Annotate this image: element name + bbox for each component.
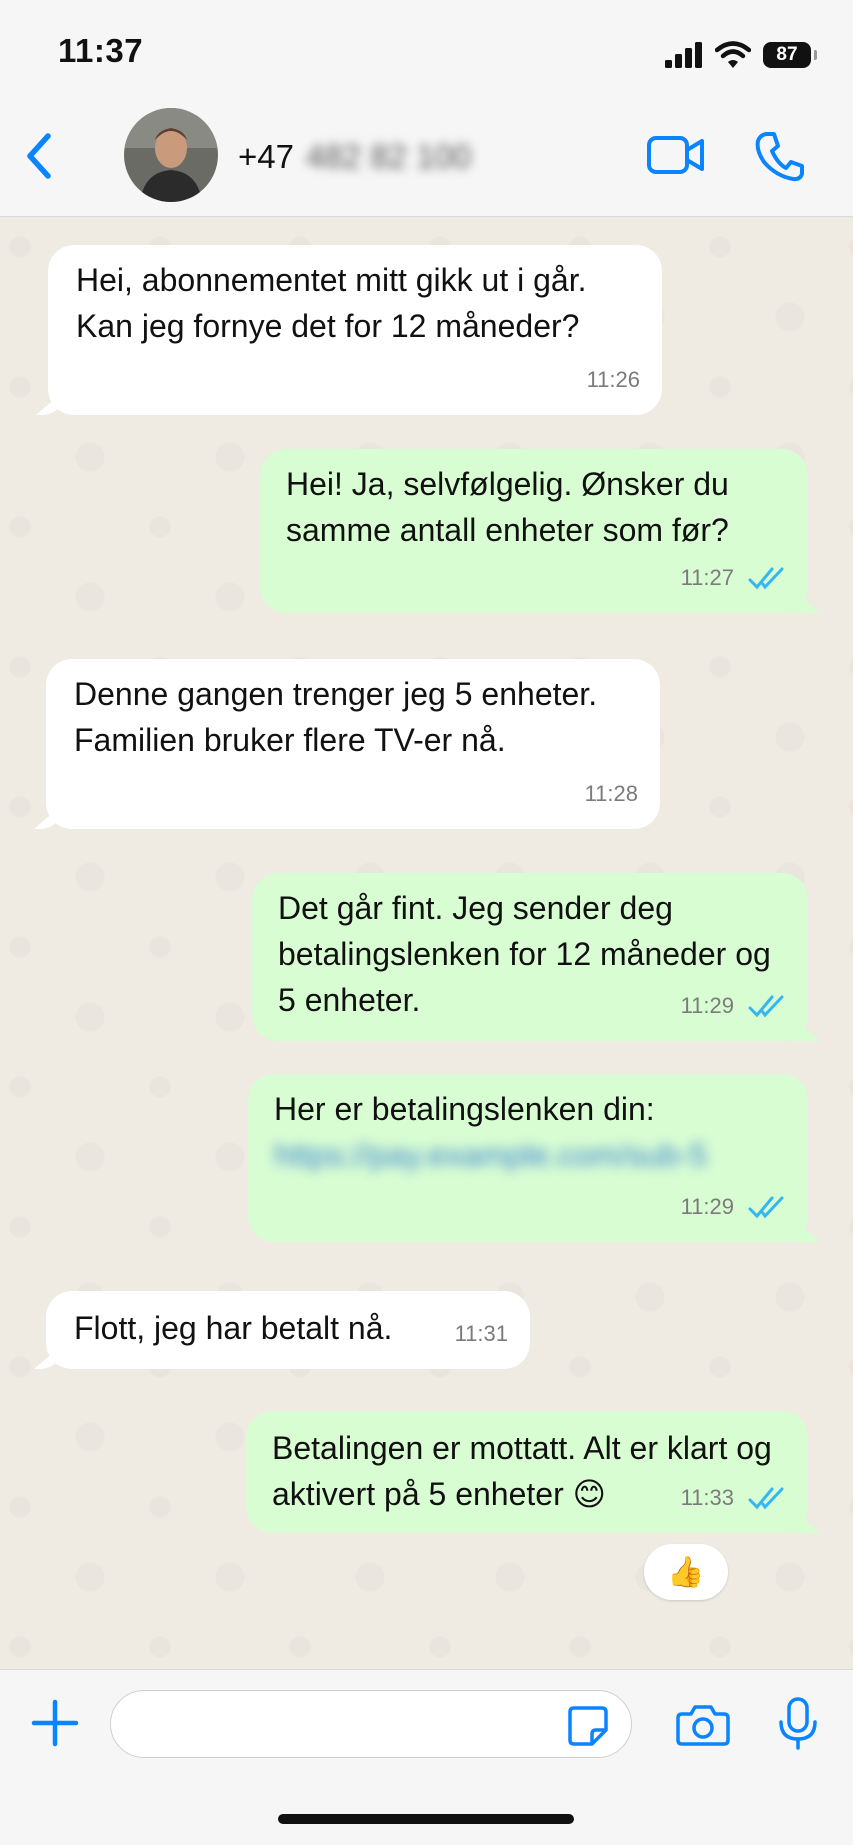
payment-link[interactable]: https://pay.example.com/sub-5 [274, 1132, 784, 1178]
message-meta: 11:28 [585, 771, 638, 817]
phone-call-icon[interactable] [752, 128, 808, 184]
home-indicator [278, 1814, 574, 1824]
message-meta: 11:26 [587, 357, 640, 403]
message-meta: 11:33 [681, 1475, 786, 1521]
message-time: 11:31 [454, 1321, 508, 1346]
sticker-icon[interactable] [566, 1704, 610, 1748]
message-incoming[interactable]: Denne gangen trenger jeg 5 enheter. Fami… [46, 659, 660, 829]
message-text: Denne gangen trenger jeg 5 enheter. Fami… [74, 676, 598, 758]
camera-icon[interactable] [676, 1702, 730, 1748]
message-time: 11:27 [680, 565, 734, 590]
battery-icon: 87 [763, 42, 817, 68]
message-input-bar [0, 1669, 853, 1845]
country-code: +47 [238, 138, 294, 175]
message-text: Her er betalingslenken din: [274, 1091, 655, 1127]
status-bar: 11:37 87 [0, 0, 853, 100]
read-receipt-icon [748, 995, 784, 1018]
hidden-phone-number: 482 82 100 [305, 138, 472, 175]
read-receipt-icon [748, 567, 784, 590]
reaction-thumbs-up[interactable]: 👍 [644, 1544, 728, 1600]
message-outgoing[interactable]: Her er betalingslenken din: https://pay.… [248, 1074, 808, 1242]
chat-header: +47 482 82 100 [0, 100, 853, 217]
message-time: 11:29 [680, 1194, 734, 1219]
chat-area[interactable]: Hei, abonnementet mitt gikk ut i går. Ka… [0, 217, 853, 1669]
microphone-icon[interactable] [776, 1696, 820, 1752]
video-call-icon[interactable] [646, 130, 706, 180]
status-time: 11:37 [58, 32, 144, 69]
message-outgoing[interactable]: Hei! Ja, selvfølgelig. Ønsker du samme a… [260, 449, 808, 613]
message-text: Flott, jeg har betalt nå. [74, 1310, 393, 1346]
message-input[interactable] [110, 1690, 632, 1758]
back-icon[interactable] [18, 128, 62, 184]
message-meta: 11:31 [455, 1311, 508, 1357]
message-meta: 11:29 [681, 1184, 786, 1230]
read-receipt-icon [748, 1196, 784, 1219]
battery-level: 87 [776, 44, 798, 65]
avatar[interactable] [124, 108, 218, 202]
message-time: 11:26 [586, 367, 640, 392]
plus-icon[interactable] [30, 1698, 80, 1748]
message-incoming[interactable]: Hei, abonnementet mitt gikk ut i går. Ka… [48, 245, 662, 415]
message-time: 11:33 [680, 1485, 734, 1510]
contact-name[interactable]: +47 482 82 100 [238, 138, 471, 176]
reaction-emoji: 👍 [667, 1555, 705, 1589]
read-receipt-icon [748, 1487, 784, 1510]
status-icons: 87 [665, 38, 817, 72]
message-time: 11:29 [680, 993, 734, 1018]
message-time: 11:28 [584, 781, 638, 806]
message-text: Hei! Ja, selvfølgelig. Ønsker du samme a… [286, 466, 729, 548]
message-meta: 11:27 [681, 555, 786, 601]
cellular-signal-icon [665, 42, 702, 68]
wifi-icon [715, 41, 751, 68]
message-text: Hei, abonnementet mitt gikk ut i går. Ka… [76, 262, 587, 344]
message-outgoing[interactable]: Det går fint. Jeg sender deg betalingsle… [252, 873, 808, 1041]
message-outgoing[interactable]: Betalingen er mottatt. Alt er klart og a… [246, 1411, 808, 1533]
message-incoming[interactable]: Flott, jeg har betalt nå. 11:31 [46, 1291, 530, 1369]
message-meta: 11:29 [681, 983, 786, 1029]
